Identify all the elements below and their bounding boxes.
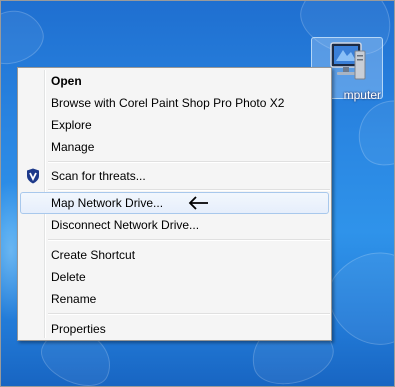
desktop-background: mputer Open Browse with Corel Paint Shop… bbox=[0, 0, 395, 387]
computer-icon bbox=[330, 42, 366, 80]
menu-item-label: Delete bbox=[51, 270, 86, 284]
decorative-leaf bbox=[1, 1, 51, 73]
menu-item-label: Open bbox=[51, 74, 82, 88]
menu-item-label: Rename bbox=[51, 292, 97, 306]
menu-separator bbox=[48, 189, 330, 191]
menu-item-delete[interactable]: Delete bbox=[20, 266, 329, 288]
menu-separator bbox=[48, 239, 330, 241]
menu-item-explore[interactable]: Explore bbox=[20, 114, 329, 136]
menu-item-manage[interactable]: Manage bbox=[20, 136, 329, 158]
context-menu: Open Browse with Corel Paint Shop Pro Ph… bbox=[17, 67, 332, 341]
menu-separator bbox=[48, 161, 330, 163]
menu-item-rename[interactable]: Rename bbox=[20, 288, 329, 310]
menu-item-map-network-drive[interactable]: Map Network Drive... bbox=[20, 192, 329, 214]
menu-item-label: Scan for threats... bbox=[51, 169, 146, 183]
menu-item-create-shortcut[interactable]: Create Shortcut bbox=[20, 244, 329, 266]
menu-item-label: Properties bbox=[51, 322, 106, 336]
menu-item-label: Manage bbox=[51, 140, 95, 154]
menu-item-browse-with-corel[interactable]: Browse with Corel Paint Shop Pro Photo X… bbox=[20, 92, 329, 114]
menu-separator bbox=[48, 313, 330, 315]
menu-item-label: Disconnect Network Drive... bbox=[51, 218, 200, 232]
menu-item-properties[interactable]: Properties bbox=[20, 318, 329, 340]
menu-item-label: Create Shortcut bbox=[51, 248, 136, 262]
menu-item-label: Map Network Drive... bbox=[51, 196, 164, 210]
menu-item-label: Browse with Corel Paint Shop Pro Photo X… bbox=[51, 96, 285, 110]
shield-icon bbox=[27, 168, 39, 184]
arrow-left-icon bbox=[188, 196, 208, 210]
menu-item-open[interactable]: Open bbox=[20, 70, 329, 92]
menu-item-label: Explore bbox=[51, 118, 92, 132]
menu-item-scan-for-threats[interactable]: Scan for threats... bbox=[20, 165, 329, 187]
menu-item-disconnect-network-drive[interactable]: Disconnect Network Drive... bbox=[20, 214, 329, 236]
